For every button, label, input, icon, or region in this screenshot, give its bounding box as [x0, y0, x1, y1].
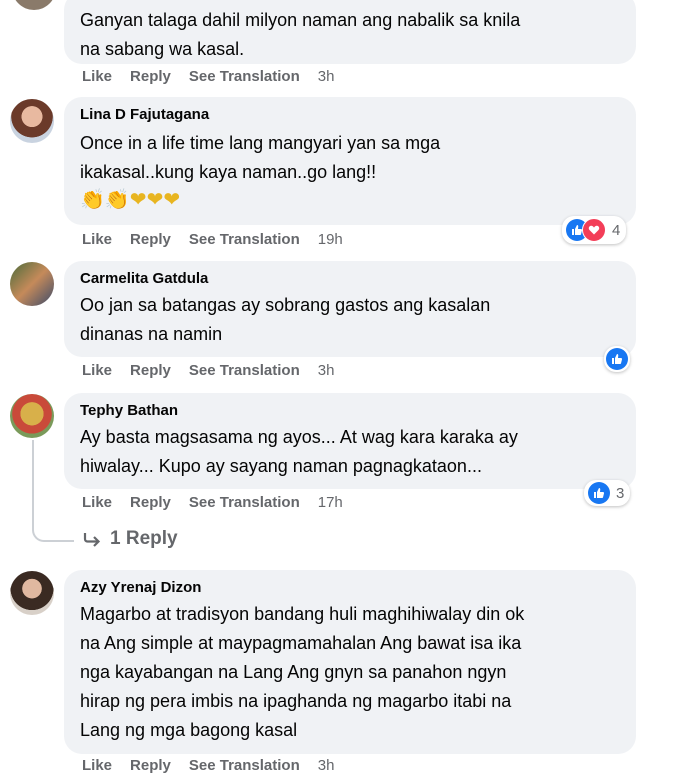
comment-actions: Like Reply See Translation 17h [82, 494, 361, 511]
reply-link[interactable]: Reply [130, 68, 171, 85]
like-link[interactable]: Like [82, 231, 112, 248]
reply-link[interactable]: Reply [130, 362, 171, 379]
avatar[interactable] [10, 262, 54, 306]
comment-author[interactable]: Tephy Bathan [80, 401, 622, 421]
like-link[interactable]: Like [82, 757, 112, 774]
comment-bubble: Ganyan talaga dahil milyon naman ang nab… [64, 0, 636, 64]
avatar[interactable] [10, 99, 54, 143]
reply-link[interactable]: Reply [130, 231, 171, 248]
reaction-summary[interactable] [604, 346, 630, 372]
comment-actions: Like Reply See Translation 3h [82, 68, 352, 85]
like-icon [606, 348, 628, 370]
view-replies-link[interactable]: 1 Reply [82, 528, 178, 550]
comment-bubble: Carmelita Gatdula Oo jan sa batangas ay … [64, 261, 636, 357]
comment-actions: Like Reply See Translation 19h [82, 231, 361, 248]
like-icon [588, 482, 610, 504]
see-translation-link[interactable]: See Translation [189, 362, 300, 379]
reaction-count: 4 [612, 221, 621, 239]
reaction-summary[interactable]: 3 [584, 480, 631, 506]
avatar[interactable] [10, 394, 54, 438]
see-translation-link[interactable]: See Translation [189, 231, 300, 248]
comment-actions: Like Reply See Translation 3h [82, 757, 352, 774]
comment-bubble: Lina D Fajutagana Once in a life time la… [64, 97, 636, 225]
comment-text: Magarbo at tradisyon bandang huli maghih… [80, 604, 525, 740]
timestamp[interactable]: 3h [318, 757, 335, 774]
comment-author[interactable]: Lina D Fajutagana [80, 105, 622, 125]
replies-count-label[interactable]: 1 Reply [110, 528, 178, 550]
comment-text: Ay basta magsasama ng ayos... At wag kar… [80, 427, 518, 476]
comment-author[interactable]: Carmelita Gatdula [80, 269, 622, 289]
comment-text: Oo jan sa batangas ay sobrang gastos ang… [80, 295, 491, 344]
timestamp[interactable]: 17h [318, 494, 343, 511]
emoji-row: 👏👏❤❤❤ [80, 189, 181, 211]
love-icon [582, 218, 606, 242]
like-link[interactable]: Like [82, 68, 112, 85]
reply-link[interactable]: Reply [130, 494, 171, 511]
timestamp[interactable]: 3h [318, 68, 335, 85]
see-translation-link[interactable]: See Translation [189, 68, 300, 85]
like-link[interactable]: Like [82, 362, 112, 379]
reply-link[interactable]: Reply [130, 757, 171, 774]
reaction-count: 3 [616, 484, 625, 502]
comment-bubble: Azy Yrenaj Dizon Magarbo at tradisyon ba… [64, 570, 636, 754]
comment-author[interactable]: Azy Yrenaj Dizon [80, 578, 622, 598]
see-translation-link[interactable]: See Translation [189, 494, 300, 511]
comment-text: Once in a life time lang mangyari yan sa… [80, 133, 441, 182]
comment-text: Ganyan talaga dahil milyon naman ang nab… [80, 10, 521, 59]
see-translation-link[interactable]: See Translation [189, 757, 300, 774]
reaction-summary[interactable]: 4 [562, 216, 627, 244]
timestamp[interactable]: 3h [318, 362, 335, 379]
avatar[interactable] [12, 0, 56, 10]
like-link[interactable]: Like [82, 494, 112, 511]
comment-bubble: Tephy Bathan Ay basta magsasama ng ayos.… [64, 393, 636, 489]
avatar[interactable] [10, 571, 54, 615]
reply-arrow-icon [82, 531, 102, 547]
timestamp[interactable]: 19h [318, 231, 343, 248]
comment-actions: Like Reply See Translation 3h [82, 362, 352, 379]
